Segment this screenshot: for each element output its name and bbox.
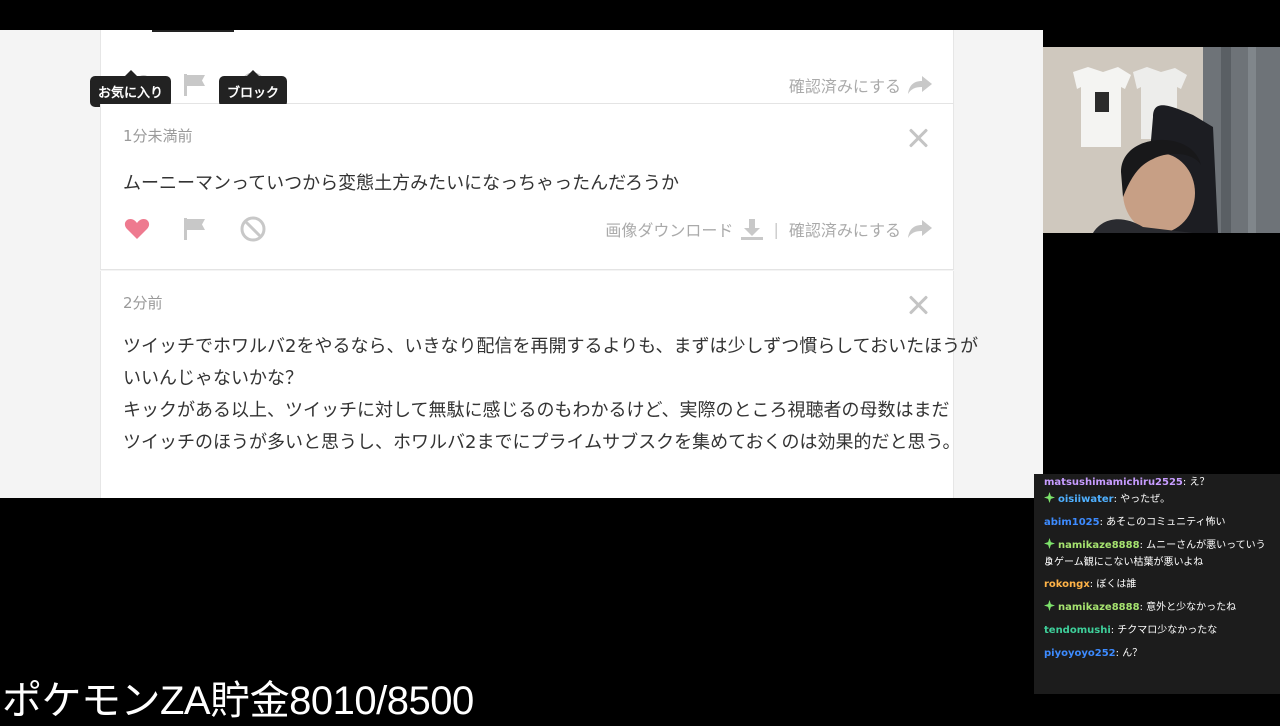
chat-username[interactable]: rokongx bbox=[1044, 579, 1090, 590]
question-line: ツイッチでホワルバ2をやるなら、いきなり配信を再開するよりも、まずは少しずつ慣ら… bbox=[123, 336, 979, 357]
block-icon[interactable] bbox=[239, 215, 267, 243]
chat-text: : あそこのコミュニティ怖い bbox=[1099, 517, 1226, 528]
chat-username[interactable]: oisiiwater bbox=[1058, 494, 1114, 505]
chat-text: : チクマロ少なかったな bbox=[1110, 625, 1218, 636]
chat-text: : 意外と少なかったね bbox=[1139, 602, 1237, 613]
block-tooltip: ブロック bbox=[219, 70, 288, 107]
chat-text-continued: りゲーム観にこない枯葉が悪いよね bbox=[1044, 557, 1204, 568]
question-line: キックがある以上、ツイッチに対して無駄に感じるのもわかるけど、実際のところ視聴者… bbox=[123, 400, 950, 421]
chat-message: oisiiwater: やったぜ。 bbox=[1044, 491, 1274, 508]
heart-icon[interactable] bbox=[123, 215, 151, 243]
question-box-page: 確認済みにする お気に入り ブロック 1分未満前 ムーニーマンっていつから変態土… bbox=[0, 30, 1043, 498]
download-icon[interactable] bbox=[739, 217, 765, 241]
chat-username[interactable]: piyoyoyo252 bbox=[1044, 648, 1116, 659]
chat-message: namikaze8888: 意外と少なかったね bbox=[1044, 599, 1274, 616]
chat-username[interactable]: namikaze8888 bbox=[1058, 540, 1140, 551]
image-download-button[interactable]: 画像ダウンロード bbox=[605, 217, 733, 241]
tooltip-fragment bbox=[152, 30, 234, 32]
chat-username[interactable]: matsushimamichiru2525 bbox=[1044, 477, 1183, 488]
share-arrow-icon[interactable] bbox=[907, 75, 933, 95]
favorite-tooltip: お気に入り bbox=[90, 70, 172, 107]
card-actions: 画像ダウンロード | 確認済みにする bbox=[123, 215, 933, 245]
card-right-actions: 画像ダウンロード | 確認済みにする bbox=[605, 217, 933, 241]
question-text: ツイッチでホワルバ2をやるなら、いきなり配信を再開するよりも、まずは少しずつ慣ら… bbox=[123, 331, 978, 459]
chat-username[interactable]: abim1025 bbox=[1044, 517, 1100, 528]
chat-username[interactable]: tendomushi bbox=[1044, 625, 1111, 636]
question-card: 2分前 ツイッチでホワルバ2をやるなら、いきなり配信を再開するよりも、まずは少し… bbox=[100, 271, 978, 498]
chat-text: : ぼくは誰 bbox=[1089, 579, 1137, 590]
webcam-feed bbox=[1043, 47, 1280, 233]
stream-overlay-title: ポケモンZA貯金8010/8500 bbox=[2, 679, 474, 723]
timestamp: 1分未満前 bbox=[123, 127, 193, 145]
close-icon[interactable] bbox=[907, 294, 929, 316]
action-divider: | bbox=[773, 219, 779, 239]
card-right-actions: 確認済みにする bbox=[789, 73, 933, 97]
chat-username[interactable]: namikaze8888 bbox=[1058, 602, 1140, 613]
flag-icon[interactable] bbox=[181, 215, 209, 243]
question-text: ムーニーマンっていつから変態土方みたいになっちゃったんだろうか bbox=[123, 173, 680, 194]
chat-message: piyoyoyo252: ん？ bbox=[1044, 645, 1274, 662]
question-line: いいんじゃないかな？ bbox=[123, 368, 303, 389]
close-icon[interactable] bbox=[907, 127, 929, 149]
chat-message: abim1025: あそこのコミュニティ怖い bbox=[1044, 514, 1274, 531]
chat-message: matsushimamichiru2525: え？ bbox=[1044, 474, 1274, 491]
flag-icon[interactable] bbox=[181, 71, 209, 99]
mark-confirmed-button[interactable]: 確認済みにする bbox=[789, 73, 901, 97]
webcam-image bbox=[1043, 47, 1280, 233]
question-line: ツイッチのほうが多いと思うし、ホワルバ2までにプライムサブスクを集めておくのは効… bbox=[123, 432, 961, 453]
sparkle-badge-icon bbox=[1044, 492, 1055, 503]
chat-text: : え？ bbox=[1182, 477, 1210, 488]
mark-confirmed-button[interactable]: 確認済みにする bbox=[789, 217, 901, 241]
chat-text: : やったぜ。 bbox=[1113, 494, 1171, 505]
sparkle-badge-icon bbox=[1044, 600, 1055, 611]
chat-message: tendomushi: チクマロ少なかったな bbox=[1044, 622, 1274, 639]
sparkle-badge-icon bbox=[1044, 538, 1055, 549]
chat-message: rokongx: ぼくは誰 bbox=[1044, 576, 1274, 593]
timestamp: 2分前 bbox=[123, 294, 163, 312]
chat-text: : ん？ bbox=[1115, 648, 1143, 659]
share-arrow-icon[interactable] bbox=[907, 219, 933, 239]
question-card: 1分未満前 ムーニーマンっていつから変態土方みたいになっちゃったんだろうか 画像… bbox=[100, 104, 954, 270]
chat-panel: oisiiwater: やったぜ。 abim1025: あそこのコミュニティ怖い n… bbox=[1034, 474, 1280, 694]
